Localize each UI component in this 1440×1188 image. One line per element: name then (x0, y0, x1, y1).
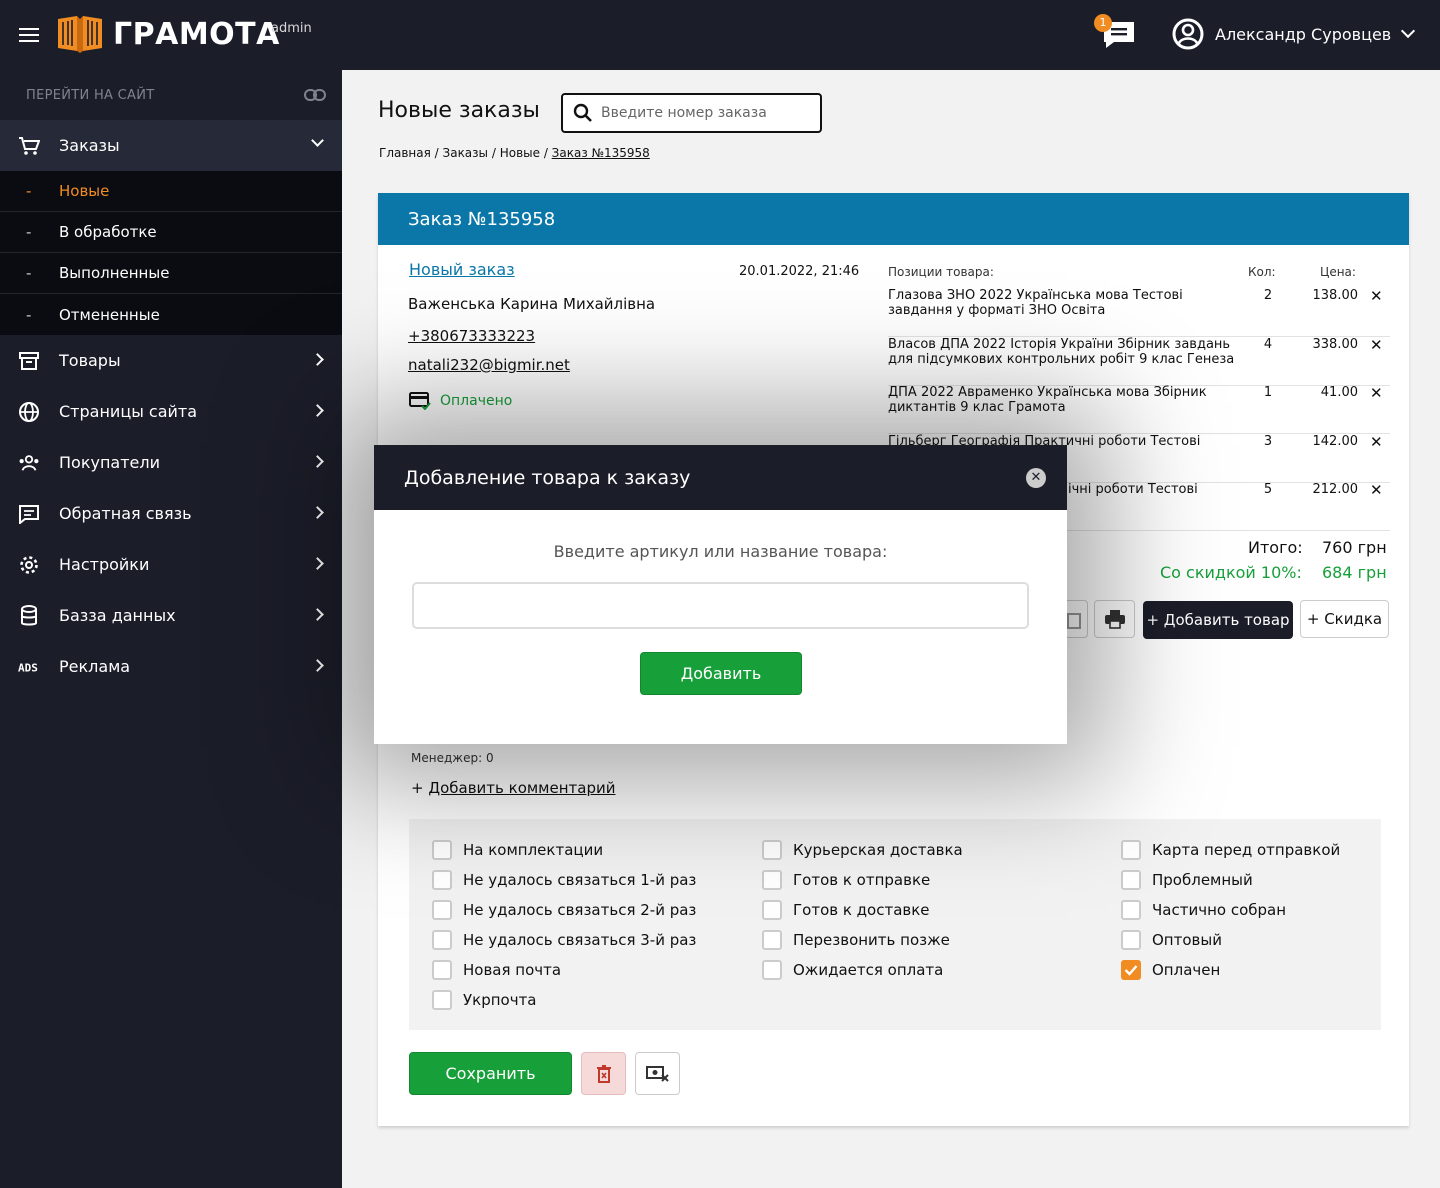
modal-overlay: Добавление товара к заказу ✕ Введите арт… (0, 0, 1440, 1188)
add-button[interactable]: Добавить (640, 652, 802, 695)
add-product-modal: Добавление товара к заказу ✕ Введите арт… (374, 445, 1067, 744)
modal-input-label: Введите артикул или название товара: (553, 542, 888, 561)
close-icon[interactable]: ✕ (1026, 468, 1046, 488)
product-search-input[interactable] (412, 582, 1029, 629)
modal-title: Добавление товара к заказу (404, 466, 691, 489)
modal-header: Добавление товара к заказу ✕ (374, 445, 1067, 510)
